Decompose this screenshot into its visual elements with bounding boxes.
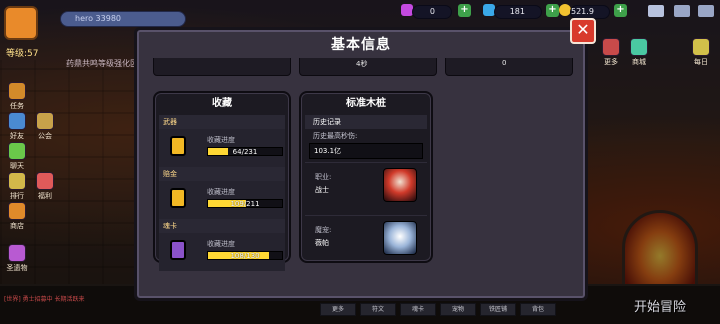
collection-title: 收藏 bbox=[212, 98, 232, 109]
collection-progress-bar: 64/231 bbox=[207, 147, 283, 156]
guild-icon bbox=[36, 112, 54, 130]
history-title: 历史记录 bbox=[305, 115, 427, 129]
player-name: hero bbox=[75, 14, 93, 23]
gem-count: 0 bbox=[412, 5, 452, 19]
diamond-count: 181 bbox=[494, 5, 542, 19]
collection-row-soulcard[interactable]: 魂卡 收藏进度 108/130 bbox=[155, 219, 289, 271]
friends-icon bbox=[8, 112, 26, 130]
quest-tracker[interactable]: 药鼎共鸣等级强化区 bbox=[66, 58, 138, 69]
collection-row-name: 武器 bbox=[159, 115, 285, 129]
pet-card[interactable]: 魔宠: 薇帕 bbox=[305, 215, 427, 265]
side-menu-guild[interactable]: 公会 bbox=[34, 112, 56, 141]
add-diamond-button[interactable]: + bbox=[546, 4, 559, 17]
collection-row-name: 魂卡 bbox=[159, 219, 285, 233]
side-menu-relic[interactable]: 圣遗物 bbox=[6, 244, 28, 273]
class-label: 职业: bbox=[315, 173, 332, 181]
side-menu-chat[interactable]: 聊天 bbox=[6, 142, 28, 171]
gold-cup-icon bbox=[170, 188, 186, 208]
modal-content[interactable]: 4秒 0 收藏 武器 收藏进度 64/231 赔金 收藏进度 109/211 魂… bbox=[147, 58, 575, 294]
bottom-nav: 更多 符文 魂卡 宠物 铁匠铺 背包 bbox=[320, 303, 556, 317]
best-dps-value: 103.1亿 bbox=[309, 143, 423, 159]
modal-title: 基本信息 bbox=[331, 37, 391, 53]
collection-progress-label: 收藏进度 bbox=[207, 240, 235, 248]
more-icon bbox=[602, 38, 620, 56]
chat-icon bbox=[8, 142, 26, 160]
soul-card-icon bbox=[170, 240, 186, 260]
rank-icon bbox=[8, 172, 26, 190]
settings-icon[interactable] bbox=[674, 5, 690, 17]
weapon-icon bbox=[170, 136, 186, 156]
warrior-portrait-icon[interactable] bbox=[383, 168, 417, 202]
prev-stat-card-right: 0 bbox=[445, 58, 573, 76]
side-menu-shop[interactable]: 商店 bbox=[6, 202, 28, 231]
player-level: 等级:57 bbox=[6, 49, 39, 59]
side-menu-daily[interactable]: 每日 bbox=[690, 38, 712, 67]
player-avatar[interactable] bbox=[4, 6, 38, 40]
pet-portrait-icon[interactable] bbox=[383, 221, 417, 255]
side-menu-rank[interactable]: 排行 bbox=[6, 172, 28, 201]
pet-label: 魔宠: bbox=[315, 226, 332, 234]
add-gold-button[interactable]: + bbox=[614, 4, 627, 17]
progress-text: 64/231 bbox=[232, 148, 258, 156]
pet-value: 薇帕 bbox=[315, 239, 329, 247]
prev-stat-card-left bbox=[153, 58, 291, 76]
side-menu-mall[interactable]: 商城 bbox=[628, 38, 650, 67]
welfare-icon bbox=[36, 172, 54, 190]
bottom-tab-soulcard[interactable]: 魂卡 bbox=[400, 303, 436, 316]
bottom-tab-pet[interactable]: 宠物 bbox=[440, 303, 476, 316]
task-icon bbox=[8, 82, 26, 100]
gold-count: 521.9万 bbox=[570, 5, 610, 28]
collection-progress-label: 收藏进度 bbox=[207, 188, 235, 196]
progress-text: 108/130 bbox=[230, 252, 260, 260]
player-name-pill: hero 33980 bbox=[60, 11, 186, 27]
side-menu-task[interactable]: 任务 bbox=[6, 82, 28, 111]
start-adventure-button[interactable]: 开始冒险 bbox=[634, 296, 686, 315]
class-value: 战士 bbox=[315, 186, 329, 194]
basic-info-modal: 基本信息 4秒 0 收藏 武器 收藏进度 64/231 赔金 收藏进度 109/… bbox=[134, 27, 588, 301]
prev-stat-right-value: 0 bbox=[502, 59, 507, 67]
shop-icon bbox=[8, 202, 26, 220]
player-id: 33980 bbox=[95, 14, 121, 23]
progress-text: 109/211 bbox=[230, 200, 260, 208]
menu-icon[interactable] bbox=[698, 5, 714, 17]
prev-stat-card-mid: 4秒 bbox=[299, 58, 437, 76]
side-menu-more[interactable]: 更多 bbox=[600, 38, 622, 67]
training-dummy-panel: 标准木桩 历史记录 历史最高秒伤: 103.1亿 职业: 战士 魔宠: 薇帕 bbox=[299, 91, 433, 263]
prev-stat-mid-value: 4秒 bbox=[356, 60, 368, 68]
bottom-tab-bag[interactable]: 背包 bbox=[520, 303, 556, 316]
collection-progress-bar: 108/130 bbox=[207, 251, 283, 260]
mail-icon[interactable] bbox=[648, 5, 664, 17]
collection-progress-label: 收藏进度 bbox=[207, 136, 235, 144]
bottom-tab-smith[interactable]: 铁匠铺 bbox=[480, 303, 516, 316]
side-menu-friends[interactable]: 好友 bbox=[6, 112, 28, 141]
dummy-title: 标准木桩 bbox=[346, 98, 386, 109]
close-button[interactable]: ✕ bbox=[570, 18, 596, 44]
bottom-tab-more[interactable]: 更多 bbox=[320, 303, 356, 316]
class-card[interactable]: 职业: 战士 bbox=[305, 162, 427, 212]
add-gem-button[interactable]: + bbox=[458, 4, 471, 17]
collection-row-gold[interactable]: 赔金 收藏进度 109/211 bbox=[155, 167, 289, 219]
relic-icon bbox=[8, 244, 26, 262]
chat-ticker[interactable]: [世界] 勇士招募中 长期活跃来 bbox=[4, 294, 85, 303]
collection-row-name: 赔金 bbox=[159, 167, 285, 181]
best-dps-label: 历史最高秒伤: bbox=[313, 132, 358, 140]
bottom-tab-rune[interactable]: 符文 bbox=[360, 303, 396, 316]
collection-panel: 收藏 武器 收藏进度 64/231 赔金 收藏进度 109/211 魂卡 收藏进… bbox=[153, 91, 291, 271]
collection-progress-bar: 109/211 bbox=[207, 199, 283, 208]
mall-icon bbox=[630, 38, 648, 56]
side-menu-welfare[interactable]: 福利 bbox=[34, 172, 56, 201]
daily-icon bbox=[692, 38, 710, 56]
collection-row-weapon[interactable]: 武器 收藏进度 64/231 bbox=[155, 115, 289, 167]
